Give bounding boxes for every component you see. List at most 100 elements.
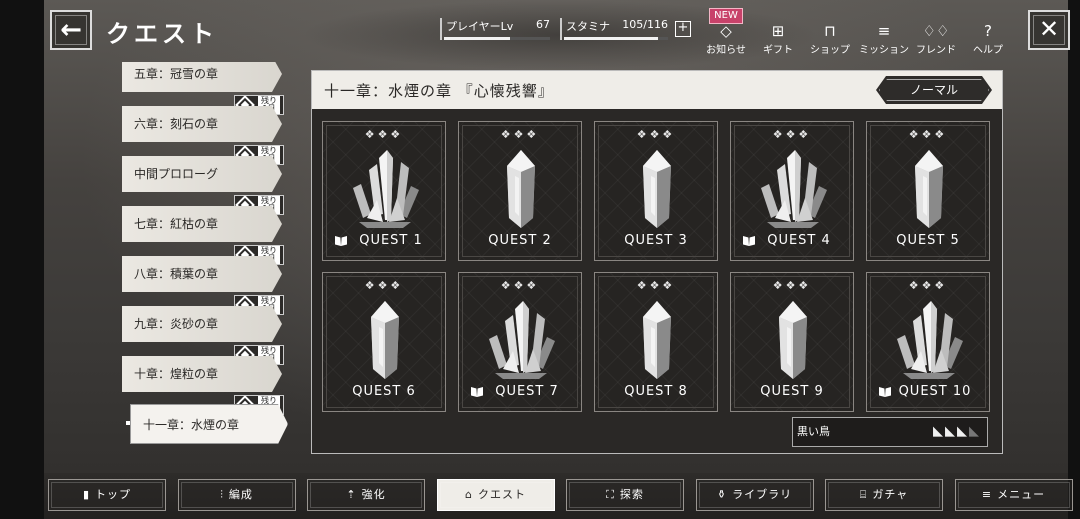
quest-card[interactable]: ❖❖❖ QUEST 1	[322, 121, 446, 261]
nav-gacha-button[interactable]: ⌸ ガチャ	[825, 479, 943, 511]
nav-quest-button[interactable]: ⌂ クエスト	[436, 479, 555, 511]
top-icon: ▮	[82, 488, 91, 501]
menu-icon: ≡	[981, 488, 993, 501]
crystal-cluster-icon	[889, 299, 969, 383]
chapter-label: 十章：煌粒の章	[134, 367, 219, 381]
quest-card[interactable]: ❖❖❖ QUEST 3	[594, 121, 718, 261]
clover-rating-icon: ❖❖❖	[364, 279, 404, 292]
chapter-item[interactable]: 五章：冠雪の章	[122, 62, 282, 92]
black-bird-label: 黒い鳥	[797, 425, 830, 438]
stat-divider	[560, 18, 562, 40]
gift-button[interactable]: ⊞ ギフト	[748, 22, 808, 56]
nav-label: 強化	[361, 488, 386, 501]
quest-label: QUEST 3	[624, 233, 688, 248]
chapter-label: 八章：積葉の章	[134, 267, 219, 281]
quest-card[interactable]: ❖❖❖ QUEST 7	[458, 272, 582, 412]
arrow-left-icon: ←	[60, 15, 82, 45]
enhance-icon: ⇡	[346, 488, 357, 501]
gift-icon: ⊞	[771, 22, 785, 40]
chapter-item[interactable]: 七章：紅枯の章	[122, 206, 282, 242]
quest-label: QUEST 8	[624, 384, 688, 399]
quest-card[interactable]: ❖❖❖ QUEST 6	[322, 272, 446, 412]
nav-label: 探索	[619, 488, 644, 501]
shop-button[interactable]: ⊓ ショップ	[800, 22, 860, 56]
clover-rating-icon: ❖❖❖	[636, 128, 676, 141]
chapter-item[interactable]: 中間プロローグ	[122, 156, 282, 192]
quest-card[interactable]: ❖❖❖ QUEST 5	[866, 121, 990, 261]
crystal-cluster-icon	[481, 299, 561, 383]
nav-menu-button[interactable]: ≡ メニュー	[954, 479, 1073, 511]
crystal-icon	[753, 299, 833, 383]
nav-label: ライブラリ	[732, 488, 793, 501]
crystal-icon	[617, 299, 697, 383]
chapter-title: 十一章：水煙の章 『心懐残響』	[324, 82, 554, 100]
close-button[interactable]: ✕	[1028, 10, 1070, 50]
player-level-label: プレイヤーLv	[446, 20, 514, 33]
nav-label: クエスト	[477, 488, 526, 501]
clover-rating-icon: ❖❖❖	[500, 128, 540, 141]
stat-divider	[440, 18, 442, 40]
quest-card[interactable]: ❖❖❖ QUEST 2	[458, 121, 582, 261]
quest-card[interactable]: ❖❖❖ QUEST 10	[866, 272, 990, 412]
back-button[interactable]: ←	[50, 10, 92, 50]
chapter-label: 七章：紅枯の章	[134, 217, 219, 231]
nav-label: トップ	[95, 488, 132, 501]
nav-label: メニュー	[997, 488, 1046, 501]
mission-icon: ≡	[877, 22, 891, 40]
difficulty-button[interactable]: ノーマル	[876, 76, 992, 104]
quest-card[interactable]: ❖❖❖ QUEST 4	[730, 121, 854, 261]
page-title: クエスト	[106, 20, 218, 48]
close-icon: ✕	[1038, 15, 1060, 43]
mission-label: ミッション	[859, 45, 909, 56]
chapter-item[interactable]: 六章：刻石の章	[122, 106, 282, 142]
quest-icon: ⌂	[465, 488, 473, 501]
clover-rating-icon: ❖❖❖	[772, 279, 812, 292]
quest-label: QUEST 10	[898, 384, 972, 399]
library-icon: ⚱	[716, 488, 728, 501]
gift-label: ギフト	[763, 45, 793, 56]
chapter-list[interactable]: 五章：冠雪の章 残り 1日 六章：刻石の章 残り 1日 中間プロローグ 残り 1…	[122, 62, 292, 452]
quest-card[interactable]: ❖❖❖ QUEST 9	[730, 272, 854, 412]
difficulty-label: ノーマル	[909, 83, 958, 97]
shop-label: ショップ	[810, 45, 850, 56]
chapter-item[interactable]: 九章：炎砂の章	[122, 306, 282, 342]
crystal-cluster-icon	[345, 148, 425, 232]
chapter-label: 五章：冠雪の章	[134, 67, 219, 81]
crystal-icon	[889, 148, 969, 232]
quest-card[interactable]: ❖❖❖ QUEST 8	[594, 272, 718, 412]
help-button[interactable]: ? ヘルプ	[958, 22, 1018, 56]
crystal-icon	[345, 299, 425, 383]
black-bird-icon: ◣	[945, 424, 957, 439]
chapter-item-selected[interactable]: 十一章：水煙の章	[130, 404, 288, 444]
clover-rating-icon: ❖❖❖	[636, 279, 676, 292]
friend-icon: ♢♢	[922, 22, 950, 40]
explore-icon: ⛶	[606, 488, 615, 501]
stamina-bar	[564, 37, 668, 40]
news-button[interactable]: ◇ お知らせ	[696, 22, 756, 56]
friend-button[interactable]: ♢♢ フレンド	[906, 22, 966, 56]
nav-enhance-button[interactable]: ⇡ 強化	[307, 479, 425, 511]
nav-explore-button[interactable]: ⛶ 探索	[566, 479, 684, 511]
shop-icon: ⊓	[824, 22, 836, 40]
chapter-item[interactable]: 十章：煌粒の章	[122, 356, 282, 392]
friend-label: フレンド	[916, 45, 956, 56]
quest-label: QUEST 9	[760, 384, 824, 399]
stamina-bar-fill	[564, 37, 659, 40]
gacha-icon: ⌸	[859, 488, 868, 501]
nav-library-button[interactable]: ⚱ ライブラリ	[695, 479, 814, 511]
chapter-item[interactable]: 八章：積葉の章	[122, 256, 282, 292]
mission-button[interactable]: ≡ ミッション	[854, 22, 914, 56]
right-letterbox	[1068, 0, 1080, 519]
formation-icon: ⫶	[220, 488, 224, 501]
news-icon: ◇	[720, 22, 732, 40]
nav-label: ガチャ	[872, 488, 909, 501]
quest-label: QUEST 1	[359, 233, 423, 248]
nav-top-button[interactable]: ▮ トップ	[48, 479, 166, 511]
clover-rating-icon: ❖❖❖	[772, 128, 812, 141]
quest-label: QUEST 2	[488, 233, 552, 248]
add-stamina-button[interactable]: +	[675, 21, 691, 37]
crystal-icon	[481, 148, 561, 232]
nav-formation-button[interactable]: ⫶ 編成	[177, 479, 296, 511]
quest-label: QUEST 4	[767, 233, 831, 248]
quest-panel: 十一章：水煙の章 『心懐残響』 ノーマル ❖❖❖ QUEST 1 ❖❖❖ QUEST …	[311, 70, 1003, 454]
